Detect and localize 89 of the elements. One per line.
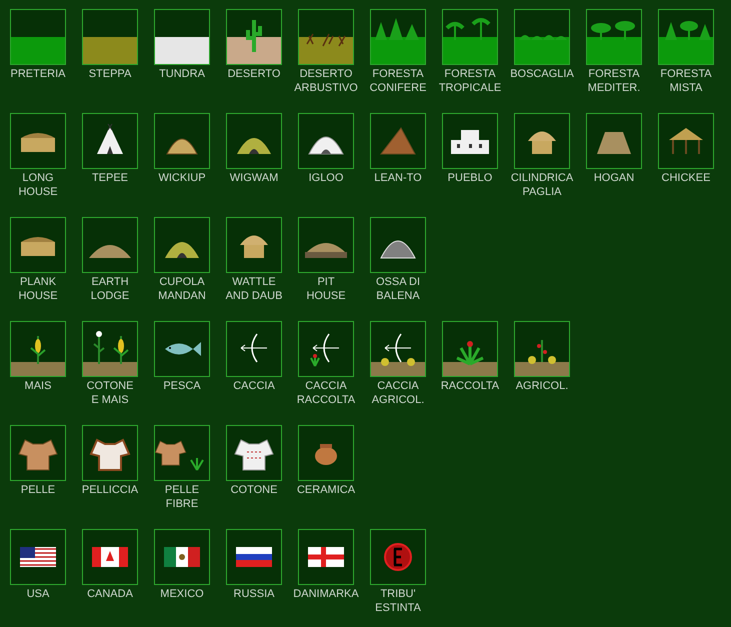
palm-trees-icon xyxy=(442,9,498,65)
bow-and-crops-icon xyxy=(370,321,426,377)
plant-icon xyxy=(442,321,498,377)
tile-label: WATTLE AND DAUB xyxy=(226,275,282,303)
tile-label: USA xyxy=(26,587,50,601)
tile-label: PUEBLO xyxy=(448,171,492,185)
hide-shirt-and-plant-icon xyxy=(154,425,210,481)
ground-band-icon xyxy=(82,9,138,65)
ground-band-icon xyxy=(154,9,210,65)
tile-label: MEXICO xyxy=(160,587,204,601)
tent-icon xyxy=(82,113,138,169)
tile-label: COTONE E MAIS xyxy=(86,379,134,407)
tile-label: RACCOLTA xyxy=(440,379,500,393)
clay-pot-icon xyxy=(298,425,354,481)
tile-label: AGRICOL. xyxy=(516,379,568,393)
ground-band-icon xyxy=(10,9,66,65)
tile-label: MAIS xyxy=(24,379,52,393)
tile-label: CILINDRICA PAGLIA xyxy=(510,171,574,199)
tile-label: COTONE xyxy=(230,483,278,497)
tile-label: FORESTA TROPICALE xyxy=(438,67,502,95)
tile-label: TEPEE xyxy=(92,171,128,185)
hut-icon xyxy=(442,113,498,169)
bow-and-plant-icon xyxy=(298,321,354,377)
tile-label: PESCA xyxy=(163,379,201,393)
tile-label: CHICKEE xyxy=(662,171,710,185)
tile-label: CUPOLA MANDAN xyxy=(158,275,206,303)
tile-label: HOGAN xyxy=(594,171,634,185)
flag-icon xyxy=(154,529,210,585)
tile-label: PRETERIA xyxy=(10,67,66,81)
hut-icon xyxy=(82,217,138,273)
tile-label: CACCIA AGRICOL. xyxy=(372,379,424,407)
hut-icon xyxy=(154,217,210,273)
flag-icon xyxy=(82,529,138,585)
mixed-trees-icon xyxy=(658,9,714,65)
tile-label: OSSA DI BALENA xyxy=(376,275,420,303)
flag-icon xyxy=(10,529,66,585)
tile-label: FORESTA CONIFERE xyxy=(370,67,426,95)
tile-label: LONG HOUSE xyxy=(18,171,58,199)
hut-icon xyxy=(298,217,354,273)
tile-label: DESERTO ARBUSTIVO xyxy=(294,67,358,95)
corn-icon xyxy=(10,321,66,377)
tile-label: FORESTA MEDITER. xyxy=(588,67,640,95)
tile-label: WICKIUP xyxy=(158,171,206,185)
tile-label: EARTH LODGE xyxy=(90,275,130,303)
tile-label: RUSSIA xyxy=(234,587,274,601)
tile-label: CACCIA xyxy=(233,379,275,393)
tile-label: FORESTA MISTA xyxy=(660,67,712,95)
hut-icon xyxy=(10,113,66,169)
tile-label: PELLE FIBRE xyxy=(164,483,200,511)
tile-label: IGLOO xyxy=(308,171,344,185)
hut-icon xyxy=(154,113,210,169)
tile-label: TRIBU' ESTINTA xyxy=(375,587,421,615)
cotton-and-corn-icon xyxy=(82,321,138,377)
tile-label: PELLE xyxy=(20,483,56,497)
hut-icon xyxy=(10,217,66,273)
tile-label: PLANK HOUSE xyxy=(18,275,58,303)
flag-icon xyxy=(298,529,354,585)
hut-icon xyxy=(514,113,570,169)
hut-icon xyxy=(658,113,714,169)
tile-label: CANADA xyxy=(87,587,133,601)
hide-shirt-icon xyxy=(10,425,66,481)
tile-label: LEAN-TO xyxy=(374,171,422,185)
hut-icon xyxy=(586,113,642,169)
hut-icon xyxy=(226,113,282,169)
tile-label: TUNDRA xyxy=(159,67,205,81)
hut-icon xyxy=(370,217,426,273)
tile-label: PIT HOUSE xyxy=(306,275,346,303)
fish-icon xyxy=(154,321,210,377)
flag-icon xyxy=(226,529,282,585)
shrub-icon xyxy=(298,9,354,65)
tile-label: CERAMICA xyxy=(296,483,356,497)
fur-coat-icon xyxy=(82,425,138,481)
vegetable-plants-icon xyxy=(514,321,570,377)
cactus-icon xyxy=(226,9,282,65)
hut-icon xyxy=(370,113,426,169)
hut-icon xyxy=(226,217,282,273)
conifer-trees-icon xyxy=(370,9,426,65)
tile-label: PELLICCIA xyxy=(82,483,138,497)
tile-label: STEPPA xyxy=(88,67,132,81)
tile-label: BOSCAGLIA xyxy=(510,67,574,81)
tile-label: WIGWAM xyxy=(230,171,278,185)
hut-icon xyxy=(298,113,354,169)
cotton-shirt-icon xyxy=(226,425,282,481)
bushes-icon xyxy=(514,9,570,65)
seal-icon xyxy=(370,529,426,585)
tile-label: CACCIA RACCOLTA xyxy=(296,379,356,407)
tile-label: DESERTO xyxy=(228,67,280,81)
tile-label: DANIMARKA xyxy=(293,587,359,601)
round-trees-icon xyxy=(586,9,642,65)
